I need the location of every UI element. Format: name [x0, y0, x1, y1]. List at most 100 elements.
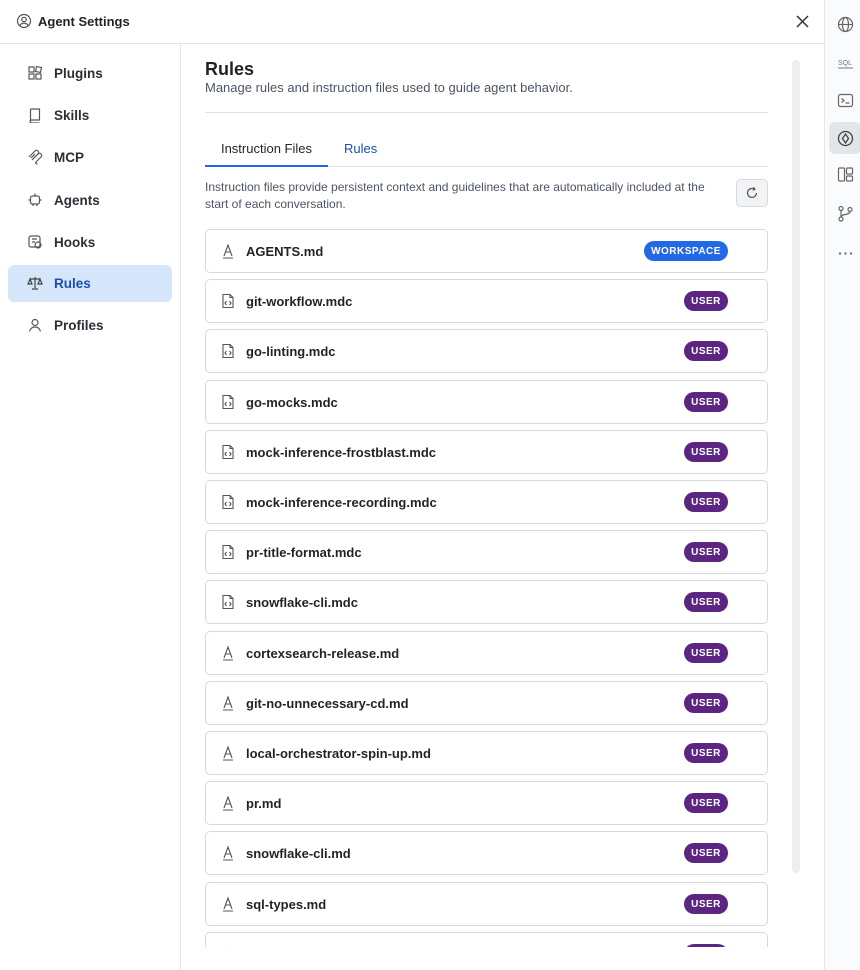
agent-settings-button[interactable]: [829, 122, 860, 154]
more-button[interactable]: [829, 237, 860, 269]
scope-badge: WORKSPACE: [644, 241, 728, 261]
sidebar-item-mcp[interactable]: MCP: [8, 139, 172, 176]
terminal-button[interactable]: [829, 84, 860, 116]
agent-settings-icon: [837, 130, 853, 146]
tab-instruction-files[interactable]: Instruction Files: [205, 138, 328, 167]
instruction-file-list: AGENTS.md WORKSPACE git-workflow.mdc USE…: [205, 229, 768, 947]
sidebar-item-label: Hooks: [54, 235, 96, 250]
refresh-button[interactable]: [736, 179, 768, 207]
person-icon: [28, 318, 42, 332]
right-tool-rail: SQL: [824, 0, 860, 970]
file-row[interactable]: go-mocks.mdc USER: [205, 380, 768, 424]
git-button[interactable]: [829, 197, 860, 229]
terminal-icon: [837, 93, 853, 107]
scope-badge: USER: [684, 542, 728, 562]
scope-badge: USER: [684, 693, 728, 713]
sidebar-item-hooks[interactable]: Hooks: [8, 224, 172, 261]
code-file-icon: [222, 544, 234, 560]
file-row[interactable]: pr-title-format.mdc USER: [205, 530, 768, 574]
file-name: git-no-unnecessary-cd.md: [246, 696, 409, 711]
tab-bar: Instruction Files Rules: [205, 138, 768, 167]
puzzle-icon: [28, 65, 43, 80]
file-row[interactable]: snowflake-cli.md USER: [205, 831, 768, 875]
page-title: Rules: [205, 59, 255, 79]
file-name: git-workflow.mdc: [246, 294, 353, 309]
markdown-file-icon: [223, 243, 233, 259]
markdown-file-icon: [223, 695, 233, 711]
file-name: snowflake-cli.md: [246, 846, 351, 861]
code-file-icon: [222, 293, 234, 309]
panels-button[interactable]: [829, 158, 860, 190]
tab-rules[interactable]: Rules: [344, 138, 384, 167]
markdown-file-icon: [227, 946, 229, 947]
markdown-file-icon: [223, 645, 233, 661]
file-row[interactable]: AGENTS.md WORKSPACE: [205, 229, 768, 273]
file-name: go-linting.mdc: [246, 344, 336, 359]
globe-icon: [837, 16, 853, 32]
file-name: go-mocks.mdc: [246, 395, 338, 410]
sidebar-item-profiles[interactable]: Profiles: [8, 307, 172, 344]
sidebar-item-label: Rules: [54, 276, 91, 291]
file-row[interactable]: go-linting.mdc USER: [205, 329, 768, 373]
scope-badge: USER: [684, 894, 728, 914]
sql-button[interactable]: SQL: [829, 46, 860, 78]
scope-badge: [684, 944, 728, 947]
sidebar-item-label: Agents: [54, 193, 100, 208]
file-name: mock-inference-recording.mdc: [246, 495, 437, 510]
divider: [205, 112, 768, 113]
markdown-file-icon: [223, 845, 233, 861]
file-row[interactable]: cortexsearch-release.md USER: [205, 631, 768, 675]
markdown-file-icon: [223, 896, 233, 912]
file-name: AGENTS.md: [246, 244, 324, 259]
hook-icon: [28, 235, 42, 249]
scope-badge: USER: [684, 843, 728, 863]
file-row[interactable]: [205, 932, 768, 947]
file-row[interactable]: local-orchestrator-spin-up.md USER: [205, 731, 768, 775]
sql-label: SQL: [838, 60, 852, 67]
sidebar-item-skills[interactable]: Skills: [8, 97, 172, 134]
code-file-icon: [222, 594, 234, 610]
file-name: pr.md: [246, 796, 282, 811]
markdown-file-icon: [223, 795, 233, 811]
file-row[interactable]: mock-inference-frostblast.mdc USER: [205, 430, 768, 474]
code-file-icon: [222, 343, 234, 359]
scope-badge: USER: [684, 341, 728, 361]
file-row[interactable]: snowflake-cli.mdc USER: [205, 580, 768, 624]
sidebar-item-plugins[interactable]: Plugins: [8, 55, 172, 92]
code-file-icon: [222, 394, 234, 410]
file-row[interactable]: pr.md USER: [205, 781, 768, 825]
scope-badge: USER: [684, 793, 728, 813]
window-title: Agent Settings: [38, 14, 130, 29]
robot-icon: [28, 193, 42, 206]
file-name: snowflake-cli.mdc: [246, 595, 358, 610]
mcp-icon: [28, 149, 43, 165]
sidebar-item-label: Profiles: [54, 318, 104, 333]
scope-badge: USER: [684, 291, 728, 311]
file-row[interactable]: mock-inference-recording.mdc USER: [205, 480, 768, 524]
browser-button[interactable]: [829, 8, 860, 40]
file-row[interactable]: git-no-unnecessary-cd.md USER: [205, 681, 768, 725]
sidebar-item-label: Skills: [54, 108, 90, 123]
file-name: mock-inference-frostblast.mdc: [246, 445, 436, 460]
sidebar-item-agents[interactable]: Agents: [8, 182, 172, 219]
sidebar-item-label: Plugins: [54, 66, 103, 81]
scrollbar[interactable]: [792, 60, 800, 873]
file-name: local-orchestrator-spin-up.md: [246, 746, 431, 761]
scope-badge: USER: [684, 743, 728, 763]
sidebar-item-label: MCP: [54, 150, 84, 165]
book-icon: [29, 108, 41, 123]
scope-badge: USER: [684, 442, 728, 462]
close-icon[interactable]: [794, 13, 811, 30]
file-row[interactable]: git-workflow.mdc USER: [205, 279, 768, 323]
title-bar: Agent Settings: [0, 0, 824, 44]
markdown-file-icon: [223, 745, 233, 761]
page-subtitle: Manage rules and instruction files used …: [205, 80, 573, 95]
code-file-icon: [222, 494, 234, 510]
sql-icon: SQL: [837, 60, 853, 68]
file-row[interactable]: sql-types.md USER: [205, 882, 768, 926]
file-name: sql-types.md: [246, 897, 327, 912]
instruction-files-description: Instruction files provide persistent con…: [205, 180, 705, 211]
sidebar-item-rules[interactable]: Rules: [8, 265, 172, 302]
rules-panel: Rules Manage rules and instruction files…: [181, 44, 824, 970]
refresh-icon: [746, 186, 758, 199]
